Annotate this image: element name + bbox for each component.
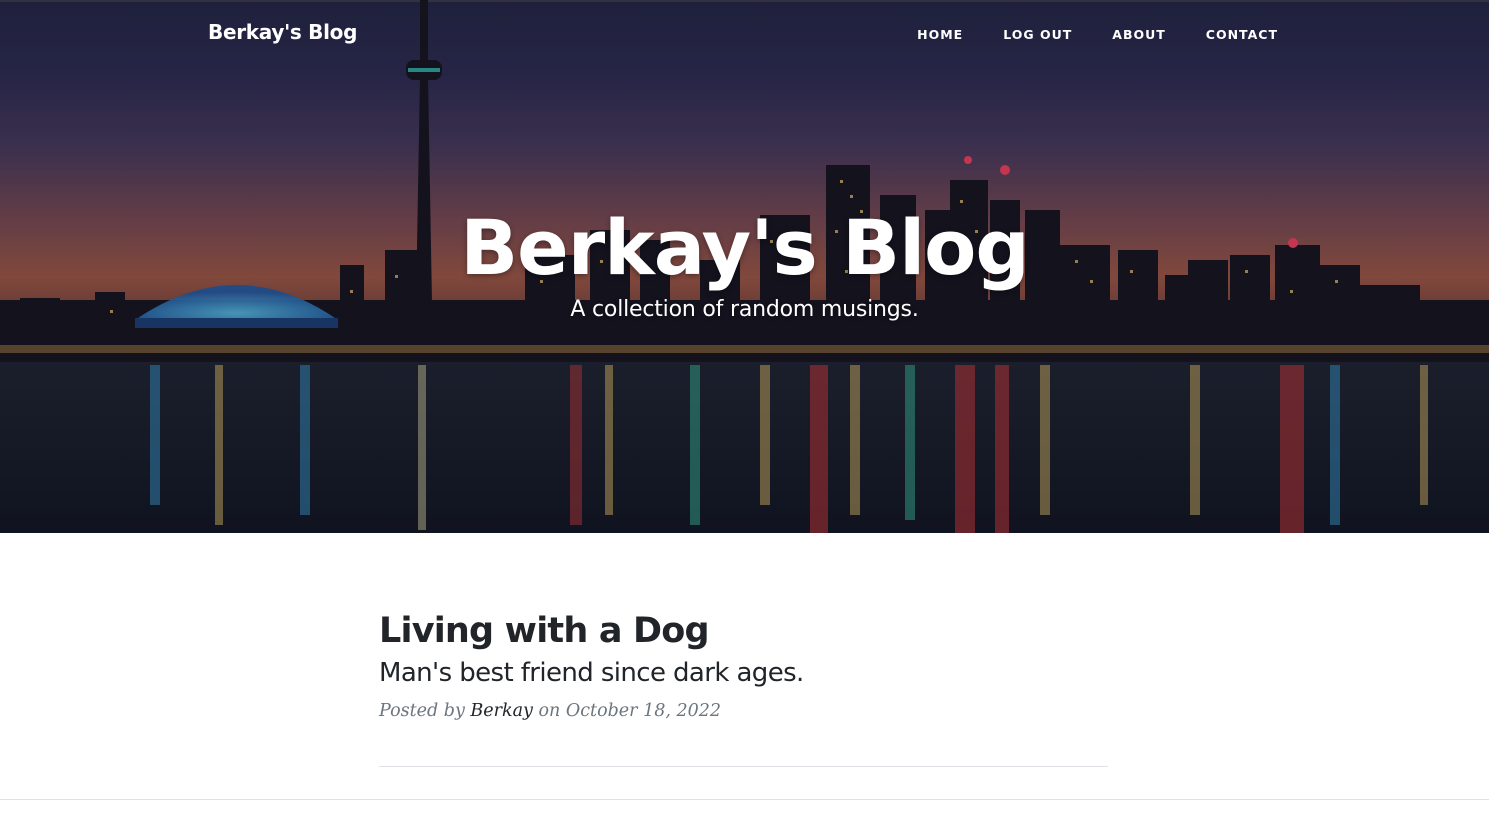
site-heading: Berkay's Blog A collection of random mus…	[0, 203, 1489, 323]
post-divider	[379, 766, 1108, 767]
nav-links: HOME LOG OUT ABOUT CONTACT	[917, 27, 1278, 42]
post-meta-mid: on	[538, 701, 561, 721]
post-title-link[interactable]: Living with a Dog	[379, 610, 1108, 652]
post-subtitle: Man's best friend since dark ages.	[379, 658, 804, 688]
nav-link-home[interactable]: HOME	[917, 27, 963, 42]
nav-link-contact[interactable]: CONTACT	[1206, 27, 1278, 42]
brand-link[interactable]: Berkay's Blog	[208, 20, 357, 44]
nav-link-log-out[interactable]: LOG OUT	[1003, 27, 1072, 42]
page-divider	[0, 799, 1489, 800]
post-meta-prefix: Posted by	[379, 701, 465, 721]
post-author-link[interactable]: Berkay	[470, 701, 533, 721]
site-title: Berkay's Blog	[460, 203, 1030, 292]
post-meta: Posted by Berkay on October 18, 2022	[379, 701, 1108, 721]
post-date: October 18, 2022	[565, 701, 722, 721]
post-preview: Living with a Dog Man's best friend sinc…	[379, 610, 1108, 721]
nav-link-about[interactable]: ABOUT	[1112, 27, 1166, 42]
site-subtitle: A collection of random musings.	[570, 297, 919, 323]
main-navbar: Berkay's Blog HOME LOG OUT ABOUT CONTACT	[0, 0, 1489, 70]
hero-header: Berkay's Blog HOME LOG OUT ABOUT CONTACT…	[0, 0, 1489, 533]
